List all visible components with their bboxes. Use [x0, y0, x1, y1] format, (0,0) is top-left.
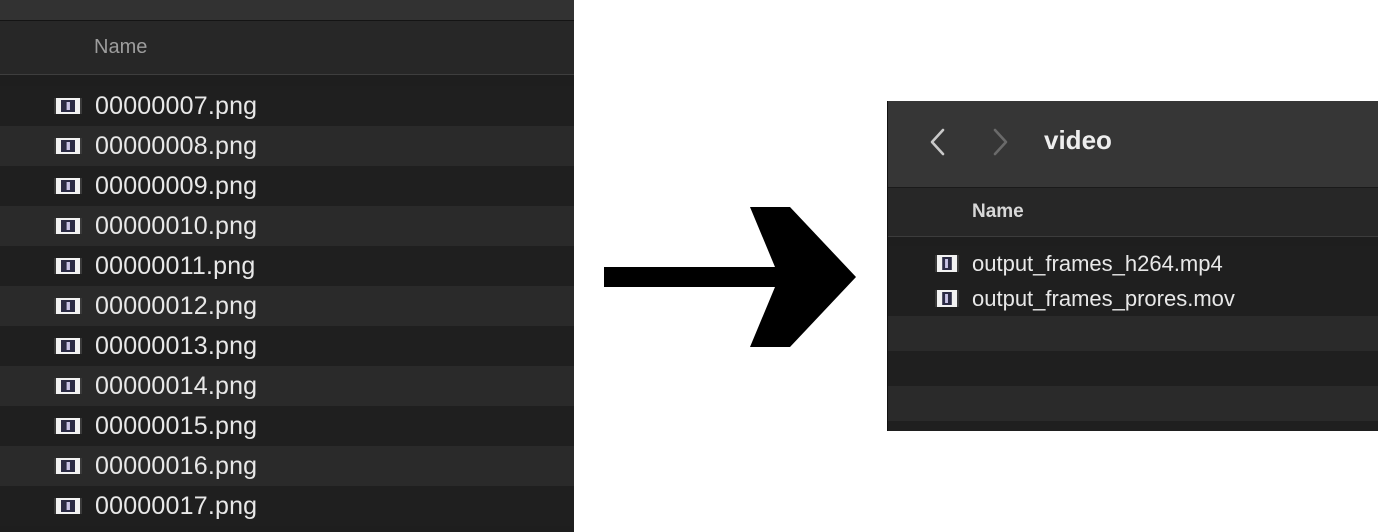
image-file-icon [54, 418, 82, 434]
window-toolbar: video [888, 101, 1378, 188]
file-name: output_frames_h264.mp4 [972, 251, 1223, 276]
file-name: 00000012.png [95, 292, 258, 320]
video-file-icon [935, 290, 959, 307]
file-row[interactable]: 00000012.png [0, 286, 574, 326]
image-file-icon [54, 138, 82, 154]
video-folder-window: video Name output_frames_h264.mp4 output_… [887, 101, 1378, 431]
file-name: 00000011.png [95, 252, 256, 280]
chevron-right-icon[interactable] [989, 127, 1011, 157]
file-name: 00000014.png [95, 372, 258, 400]
column-header: Name [0, 21, 574, 75]
file-row[interactable]: 00000015.png [0, 406, 574, 446]
file-name: 00000008.png [95, 132, 258, 160]
image-file-icon [54, 258, 82, 274]
image-file-icon [54, 498, 82, 514]
file-name: 00000015.png [95, 412, 258, 440]
source-file-list-window: Name 00000007.png 00000008.png 00000009.pn… [0, 0, 574, 532]
image-file-icon [54, 298, 82, 314]
column-header: Name [888, 188, 1378, 237]
image-file-icon [54, 98, 82, 114]
file-name: 00000007.png [95, 92, 258, 120]
right-arrow-icon [604, 207, 856, 347]
file-list: output_frames_h264.mp4 output_frames_pror… [888, 246, 1378, 431]
empty-row [888, 386, 1378, 421]
folder-title: video [1044, 125, 1112, 155]
file-name: 00000017.png [95, 492, 258, 520]
file-row[interactable]: output_frames_h264.mp4 [888, 246, 1378, 281]
file-name: output_frames_prores.mov [972, 286, 1235, 311]
file-row[interactable]: 00000014.png [0, 366, 574, 406]
image-file-icon [54, 218, 82, 234]
image-file-icon [54, 338, 82, 354]
file-row[interactable]: 00000007.png [0, 86, 574, 126]
file-name: 00000010.png [95, 212, 258, 240]
chevron-left-icon[interactable] [927, 127, 949, 157]
file-row[interactable]: 00000008.png [0, 126, 574, 166]
image-file-icon [54, 178, 82, 194]
image-file-icon [54, 378, 82, 394]
file-list: 00000007.png 00000008.png 00000009.png 0000… [0, 86, 574, 526]
file-row[interactable]: 00000010.png [0, 206, 574, 246]
file-row[interactable]: 00000011.png [0, 246, 574, 286]
file-name: 00000009.png [95, 172, 258, 200]
file-row[interactable]: output_frames_prores.mov [888, 281, 1378, 316]
file-row[interactable]: 00000009.png [0, 166, 574, 206]
file-row[interactable]: 00000016.png [0, 446, 574, 486]
name-column-header[interactable]: Name [94, 36, 147, 59]
window-toolbar [0, 0, 574, 21]
empty-row [888, 351, 1378, 386]
name-column-header[interactable]: Name [972, 201, 1024, 223]
empty-row [888, 316, 1378, 351]
file-row[interactable]: 00000013.png [0, 326, 574, 366]
file-row[interactable]: 00000017.png [0, 486, 574, 526]
file-name: 00000013.png [95, 332, 258, 360]
file-name: 00000016.png [95, 452, 258, 480]
image-file-icon [54, 458, 82, 474]
empty-row [888, 421, 1378, 431]
video-file-icon [935, 255, 959, 272]
